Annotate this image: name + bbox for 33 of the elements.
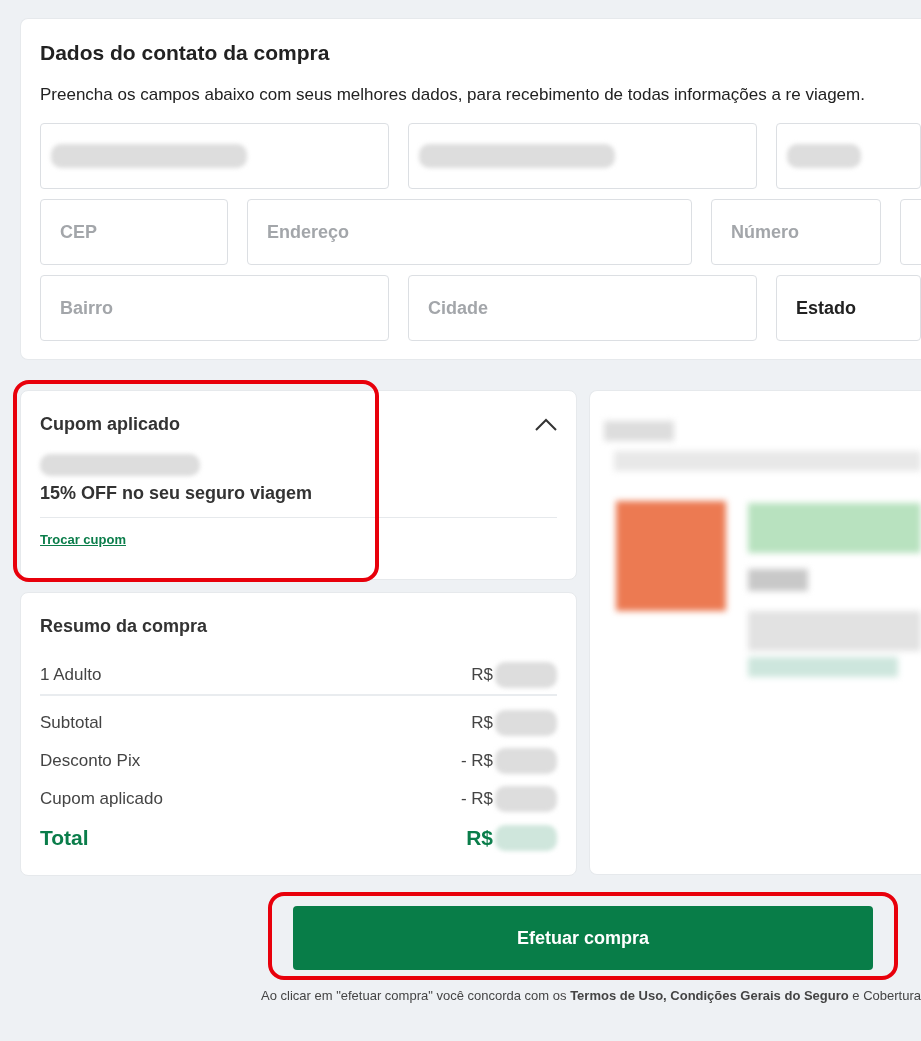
redacted-amount — [495, 748, 557, 775]
redacted-field[interactable] — [40, 123, 389, 190]
input-field[interactable]: Endereço — [247, 199, 692, 266]
summary-label: Desconto Pix — [40, 750, 141, 773]
input-field[interactable]: Número — [711, 199, 881, 266]
redacted-field[interactable] — [408, 123, 757, 190]
redacted-amount — [495, 824, 557, 851]
redacted-amount — [495, 786, 557, 813]
summary-value: R$ — [471, 712, 493, 735]
summary-label: Cupom aplicado — [40, 788, 163, 811]
summary-value: - R$ — [460, 750, 493, 773]
purchase-button[interactable]: Efetuar compra — [293, 906, 873, 971]
description-text: Preencha os campos abaixo com seus melhores dados, para recebimento de todas informações a re viagem. — [40, 84, 866, 105]
terms-text: Ao clicar em "efetuar compra" você concorda com os Termos de Uso, Condições Gerais do Seguro e Cobertura — [260, 987, 921, 1006]
summary-label: Total — [40, 825, 89, 852]
input-field[interactable]: Bairro — [40, 275, 389, 342]
summary-label: Subtotal — [40, 712, 103, 735]
chevron-up-icon[interactable] — [535, 417, 557, 432]
input-field[interactable]: CEP — [40, 199, 228, 266]
coupon-title: Cupom aplicado — [40, 413, 180, 437]
state-select[interactable]: Estado — [776, 275, 921, 342]
redacted-field[interactable] — [776, 123, 921, 190]
change-coupon-link[interactable]: Trocar cupom — [40, 532, 126, 548]
summary-value: R$ — [471, 664, 493, 687]
summary-title: Resumo da compra — [40, 615, 209, 639]
coupon-description: 15% OFF no seu seguro viagem — [40, 482, 314, 506]
section-title: Dados do contato da compra — [40, 40, 331, 66]
summary-label: 1 Adulto — [40, 664, 102, 687]
redacted-amount — [495, 662, 557, 689]
summary-value: R$ — [466, 825, 493, 852]
input-field[interactable]: Cidade — [408, 275, 757, 342]
summary-value: - R$ — [460, 788, 493, 811]
redacted-amount — [495, 710, 557, 737]
